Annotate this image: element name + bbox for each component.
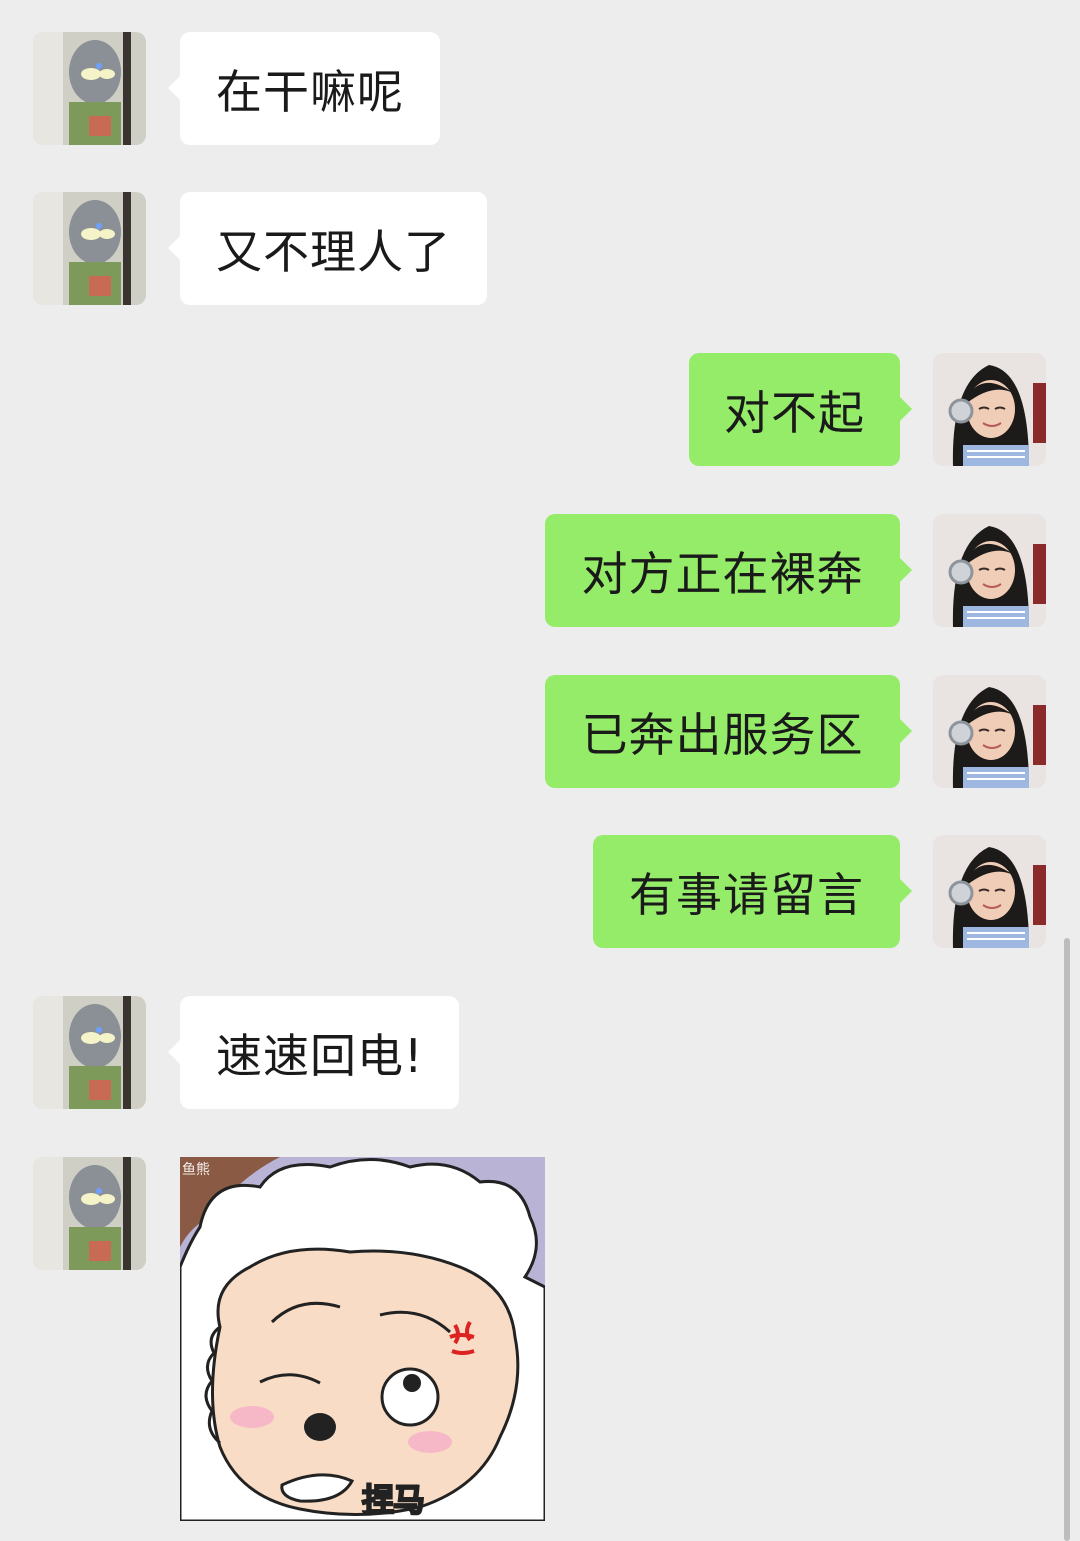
message-row-outgoing: 对方正在裸奔: [0, 514, 1080, 627]
message-bubble-outgoing[interactable]: 有事请留言: [593, 835, 912, 948]
message-bubble-incoming[interactable]: 又不理人了: [168, 192, 487, 305]
sticker-caption: 捏马: [361, 1480, 426, 1520]
message-text: 有事请留言: [629, 867, 864, 922]
message-text: 对方正在裸奔: [581, 546, 864, 601]
sticker-message[interactable]: 鱼熊 捏马: [180, 1157, 545, 1521]
contact-avatar[interactable]: [33, 192, 146, 305]
message-row-incoming: 又不理人了: [0, 192, 1080, 305]
self-avatar[interactable]: [933, 675, 1046, 788]
contact-avatar[interactable]: [33, 32, 146, 145]
message-bubble-outgoing[interactable]: 对方正在裸奔: [545, 514, 912, 627]
contact-avatar[interactable]: [33, 1157, 146, 1270]
chat-message-list[interactable]: 在干嘛呢 又不理人了 对不起 对方正在裸奔 已奔出服务区 有事请留言 速速回电!…: [0, 0, 1080, 1541]
message-bubble-outgoing[interactable]: 对不起: [689, 353, 912, 466]
message-text: 对不起: [724, 385, 865, 440]
message-row-outgoing: 对不起: [0, 353, 1080, 466]
message-text: 已奔出服务区: [581, 707, 864, 762]
self-avatar[interactable]: [933, 514, 1046, 627]
sticker-watermark: 鱼熊: [182, 1162, 210, 1178]
contact-avatar[interactable]: [33, 996, 146, 1109]
message-bubble-outgoing[interactable]: 已奔出服务区: [545, 675, 912, 788]
scrollbar[interactable]: [1064, 938, 1070, 1541]
message-row-outgoing: 已奔出服务区: [0, 675, 1080, 788]
message-bubble-incoming[interactable]: 在干嘛呢: [168, 32, 440, 145]
message-row-incoming: 速速回电!: [0, 996, 1080, 1109]
message-row-outgoing: 有事请留言: [0, 835, 1080, 948]
self-avatar[interactable]: [933, 835, 1046, 948]
message-text: 在干嘛呢: [216, 64, 404, 119]
message-row-incoming: 在干嘛呢: [0, 32, 1080, 145]
message-text: 又不理人了: [216, 224, 451, 279]
message-bubble-incoming[interactable]: 速速回电!: [167, 996, 460, 1109]
self-avatar[interactable]: [933, 353, 1046, 466]
message-text: 速速回电!: [216, 1028, 424, 1083]
